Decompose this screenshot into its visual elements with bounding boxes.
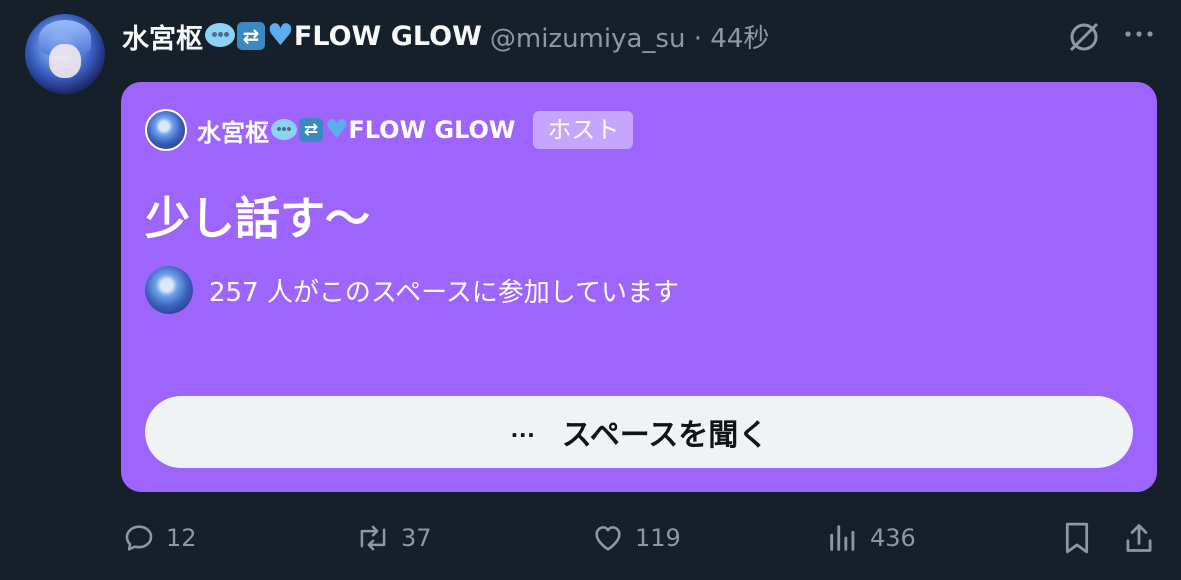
author-display-name-suffix[interactable]: FLOW GLOW (294, 21, 482, 52)
bookmark-button[interactable] (1060, 518, 1104, 558)
space-card[interactable]: 水宮枢 ⇄ ♥ FLOW GLOW ホスト 少し話す～ 257 人がこのスペース… (121, 82, 1157, 492)
like-count: 119 (635, 524, 681, 552)
reply-count: 12 (166, 524, 197, 552)
views-count: 436 (870, 524, 916, 552)
blue-heart-emoji: ♥ (325, 115, 349, 145)
listener-avatar (145, 266, 193, 314)
speech-bubble-emoji (205, 23, 235, 47)
share-upload-icon (1126, 524, 1152, 552)
author-avatar[interactable] (25, 14, 105, 94)
listener-count-text: 257 人がこのスペースに参加しています (209, 277, 679, 308)
listen-dots-icon: … (509, 412, 536, 443)
repost-icon (360, 525, 386, 551)
views-button[interactable]: 436 (826, 518, 916, 558)
bookmark-icon (1065, 522, 1089, 554)
author-display-name[interactable]: 水宮枢 (122, 17, 203, 56)
repeat-button-emoji: ⇄ (299, 118, 323, 142)
repost-button[interactable]: 37 (355, 518, 432, 558)
more-dots-icon[interactable] (1122, 17, 1158, 61)
host-avatar (145, 109, 187, 151)
host-badge: ホスト (533, 111, 634, 149)
space-title: 少し話す～ (145, 192, 371, 245)
author-handle-time[interactable]: @mizumiya_su · 44秒 (490, 18, 769, 55)
reply-button[interactable]: 12 (122, 518, 197, 558)
reply-icon (125, 525, 153, 551)
speech-bubble-emoji (271, 118, 297, 140)
listen-button-label: スペースを聞く (561, 419, 769, 452)
listen-space-button[interactable]: … スペースを聞く (145, 396, 1133, 468)
repost-count: 37 (401, 524, 432, 552)
tweet: 水宮枢 ⇄ ♥ FLOW GLOW @mizumiya_su · 44秒 水宮枢… (0, 0, 1181, 580)
blue-heart-emoji: ♥ (267, 18, 294, 53)
heart-icon (595, 526, 621, 551)
host-name-suffix: FLOW GLOW (348, 116, 516, 144)
grok-slash-icon[interactable] (1064, 17, 1104, 61)
listener-row: 257 人がこのスペースに参加しています (145, 266, 679, 314)
space-host-row: 水宮枢 ⇄ ♥ FLOW GLOW ホスト (145, 106, 634, 154)
repeat-button-emoji: ⇄ (237, 22, 265, 50)
share-button[interactable] (1122, 518, 1166, 558)
tweet-header: 水宮枢 ⇄ ♥ FLOW GLOW @mizumiya_su · 44秒 (122, 14, 769, 58)
views-bar-chart-icon (830, 525, 855, 551)
like-button[interactable]: 119 (591, 518, 681, 558)
host-name: 水宮枢 (197, 118, 269, 147)
